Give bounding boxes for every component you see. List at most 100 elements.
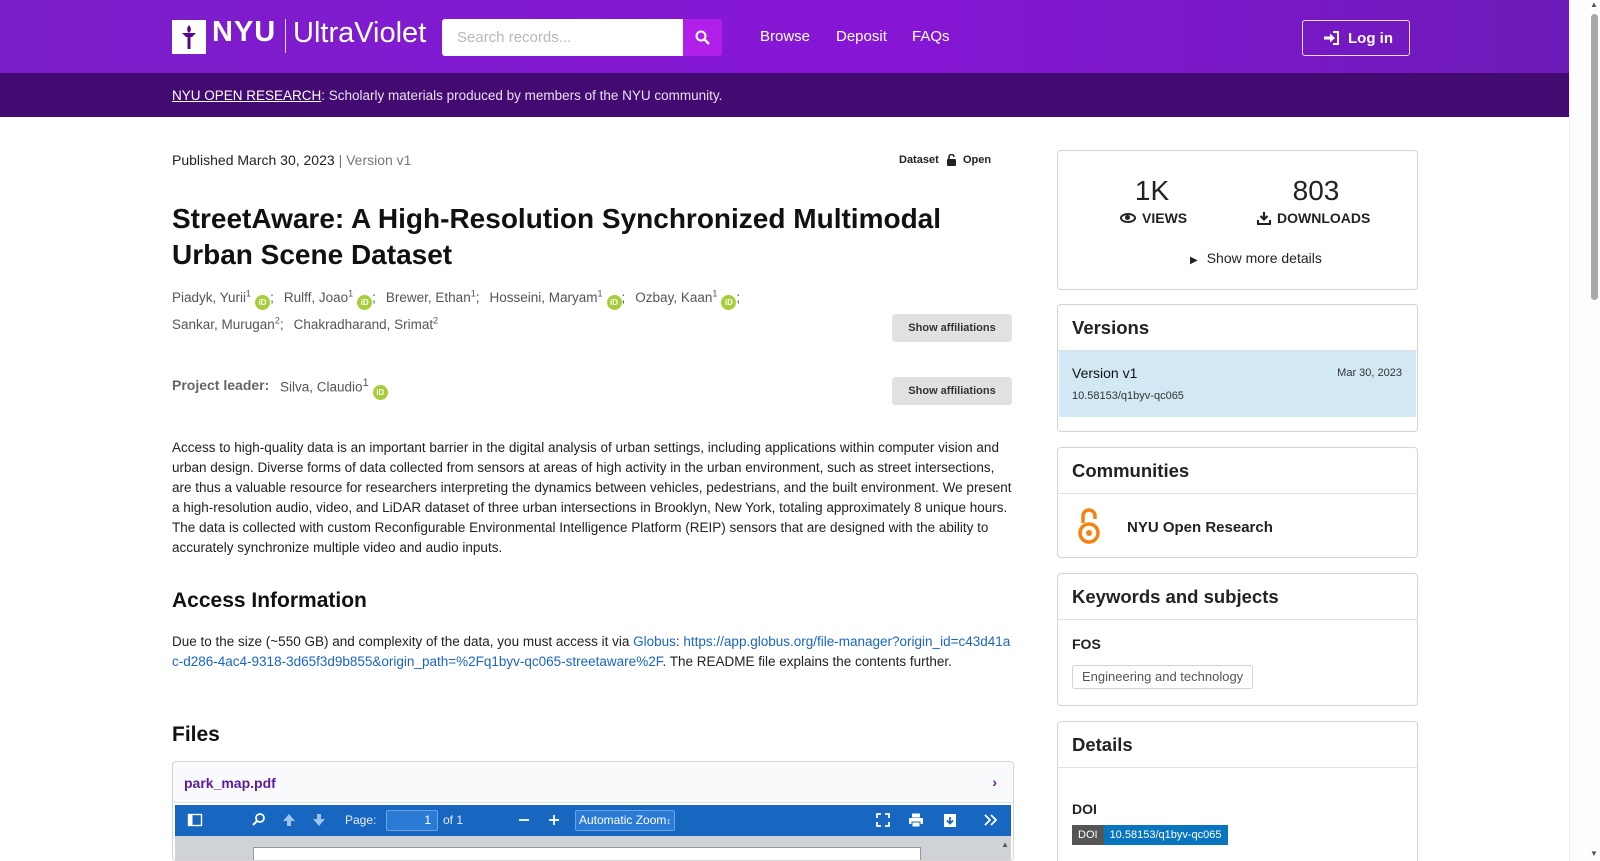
affiliation-number: 2 bbox=[433, 315, 439, 325]
creator[interactable]: Hosseini, Maryam1iD; bbox=[489, 288, 625, 310]
divider bbox=[1058, 767, 1417, 768]
presentation-mode-icon[interactable] bbox=[875, 812, 891, 828]
affiliation-number: 1 bbox=[348, 288, 354, 298]
file-preview: park_map.pdf › Page: 1 of 1 Automatic Zo… bbox=[172, 761, 1014, 861]
downloads-count: 803 bbox=[1292, 175, 1340, 206]
chevron-right-icon[interactable]: › bbox=[992, 774, 997, 790]
logo-nyu-text[interactable]: NYU bbox=[212, 16, 276, 49]
creator-name[interactable]: Rulff, Joao bbox=[284, 290, 348, 305]
open-access-icon bbox=[1078, 508, 1100, 544]
page-count: of 1 bbox=[443, 813, 464, 827]
version-item[interactable]: Version v1 Mar 30, 2023 10.58153/q1byv-q… bbox=[1059, 351, 1416, 417]
creator-name[interactable]: Piadyk, Yurii bbox=[172, 290, 246, 305]
search-input[interactable] bbox=[442, 19, 683, 56]
show-affiliations-button-leader[interactable]: Show affiliations bbox=[892, 377, 1012, 405]
nyu-torch-logo-icon[interactable] bbox=[172, 20, 206, 54]
print-icon[interactable] bbox=[908, 812, 924, 828]
eye-icon bbox=[1120, 213, 1136, 223]
tools-menu-icon[interactable] bbox=[983, 812, 999, 828]
zoom-out-icon[interactable] bbox=[517, 812, 531, 828]
creator-separator: ; bbox=[270, 289, 274, 305]
sidebar-toggle-icon[interactable] bbox=[187, 812, 203, 828]
previous-page-icon[interactable] bbox=[281, 812, 297, 828]
caret-right-icon: ▶ bbox=[1190, 255, 1198, 266]
publication-date: Published March 30, 2023 | Version v1 bbox=[172, 152, 411, 168]
zoom-select[interactable]: Automatic Zoom↕ bbox=[575, 810, 675, 831]
version-label: | Version v1 bbox=[338, 152, 412, 168]
file-preview-header[interactable]: park_map.pdf › bbox=[173, 762, 1013, 803]
creator[interactable]: Chakradharand, Srimat2 bbox=[294, 315, 439, 332]
community-banner-text: : Scholarly materials produced by member… bbox=[321, 88, 723, 103]
version-name[interactable]: Version v1 bbox=[1072, 365, 1137, 381]
globus-link[interactable]: Globus bbox=[633, 634, 676, 649]
views-count: 1K bbox=[1134, 175, 1170, 206]
project-leader-name[interactable]: Silva, Claudio bbox=[280, 380, 363, 395]
doi-badge-value: 10.58153/q1byv-qc065 bbox=[1103, 825, 1228, 845]
creator[interactable]: Ozbay, Kaan1iD; bbox=[635, 288, 740, 310]
pdf-page bbox=[253, 847, 921, 860]
nav-deposit[interactable]: Deposit bbox=[836, 28, 887, 45]
search-icon bbox=[695, 30, 710, 45]
version-date: Mar 30, 2023 bbox=[1337, 367, 1402, 379]
sign-in-icon bbox=[1324, 31, 1339, 45]
creator[interactable]: Brewer, Ethan1; bbox=[386, 288, 480, 305]
details-card: Details DOI DOI 10.58153/q1byv-qc065 bbox=[1057, 721, 1418, 861]
logo-product-text[interactable]: UltraViolet bbox=[293, 17, 426, 50]
keywords-heading: Keywords and subjects bbox=[1072, 586, 1279, 607]
nav-faqs[interactable]: FAQs bbox=[912, 28, 950, 45]
stats-card: 1K VIEWS 803 DOWNLOADS ▶ Show more detail… bbox=[1057, 150, 1418, 290]
search-button[interactable] bbox=[683, 19, 722, 56]
project-leader[interactable]: Silva, Claudio1iD bbox=[280, 377, 388, 400]
find-icon[interactable] bbox=[251, 812, 267, 828]
creators-list: Piadyk, Yurii1iD; Rulff, Joao1iD; Brewer, … bbox=[172, 288, 750, 310]
orcid-icon[interactable]: iD bbox=[721, 294, 737, 310]
orcid-icon[interactable]: iD bbox=[372, 384, 388, 400]
files-heading: Files bbox=[172, 723, 220, 746]
version-doi: 10.58153/q1byv-qc065 bbox=[1072, 390, 1184, 402]
creator-separator: ; bbox=[279, 316, 284, 332]
scrollbar-thumb[interactable] bbox=[1591, 14, 1598, 300]
pdf-viewer[interactable]: ▲ bbox=[175, 836, 1011, 860]
creator[interactable]: Rulff, Joao1iD; bbox=[284, 288, 376, 310]
login-button[interactable]: Log in bbox=[1302, 20, 1410, 56]
doi-badge[interactable]: DOI 10.58153/q1byv-qc065 bbox=[1072, 825, 1228, 845]
creator-name[interactable]: Sankar, Murugan bbox=[172, 317, 275, 332]
affiliation-number: 1 bbox=[597, 288, 603, 298]
creator-name[interactable]: Hosseini, Maryam bbox=[489, 290, 597, 305]
communities-heading: Communities bbox=[1072, 460, 1190, 481]
scroll-down-icon[interactable]: ▼ bbox=[1590, 849, 1598, 858]
zoom-in-icon[interactable] bbox=[547, 812, 561, 828]
orcid-icon[interactable]: iD bbox=[255, 294, 271, 310]
creator[interactable]: Sankar, Murugan2; bbox=[172, 315, 284, 332]
creator-separator: ; bbox=[475, 289, 480, 305]
page-label: Page: bbox=[345, 813, 377, 827]
creator-name[interactable]: Brewer, Ethan bbox=[386, 290, 471, 305]
top-header: NYU UltraViolet Browse Deposit FAQs Log … bbox=[0, 0, 1569, 73]
nav-browse[interactable]: Browse bbox=[760, 28, 810, 45]
logo-divider bbox=[285, 19, 286, 53]
creators-list-continued: Sankar, Murugan2; Chakradharand, Srimat2 bbox=[172, 315, 448, 332]
page-scrollbar[interactable]: ▲ ▼ bbox=[1569, 0, 1600, 861]
creator[interactable]: Piadyk, Yurii1iD; bbox=[172, 288, 274, 310]
orcid-icon[interactable]: iD bbox=[606, 294, 622, 310]
community-banner: NYU OPEN RESEARCH: Scholarly materials p… bbox=[0, 73, 1569, 117]
zoom-value: Automatic Zoom bbox=[579, 813, 667, 827]
downloads-label: DOWNLOADS bbox=[1257, 210, 1370, 226]
scroll-up-icon[interactable]: ▲ bbox=[1590, 0, 1598, 9]
fos-label: FOS bbox=[1072, 636, 1101, 652]
file-name[interactable]: park_map.pdf bbox=[184, 775, 276, 791]
access-text-end: . The README file explains the contents … bbox=[662, 654, 952, 669]
show-affiliations-button[interactable]: Show affiliations bbox=[892, 314, 1012, 342]
creator-name[interactable]: Chakradharand, Srimat bbox=[294, 317, 434, 332]
creator-name[interactable]: Ozbay, Kaan bbox=[635, 290, 712, 305]
community-banner-link[interactable]: NYU OPEN RESEARCH bbox=[172, 88, 321, 103]
next-page-icon[interactable] bbox=[311, 812, 327, 828]
subject-chip[interactable]: Engineering and technology bbox=[1072, 665, 1254, 689]
doi-label: DOI bbox=[1072, 801, 1097, 817]
community-name[interactable]: NYU Open Research bbox=[1127, 519, 1273, 536]
page-number-input[interactable]: 1 bbox=[386, 810, 438, 831]
download-icon[interactable] bbox=[942, 812, 958, 828]
show-more-details-toggle[interactable]: ▶ Show more details bbox=[1190, 250, 1322, 266]
pdf-scroll-up-icon[interactable]: ▲ bbox=[1001, 840, 1009, 849]
orcid-icon[interactable]: iD bbox=[357, 294, 373, 310]
